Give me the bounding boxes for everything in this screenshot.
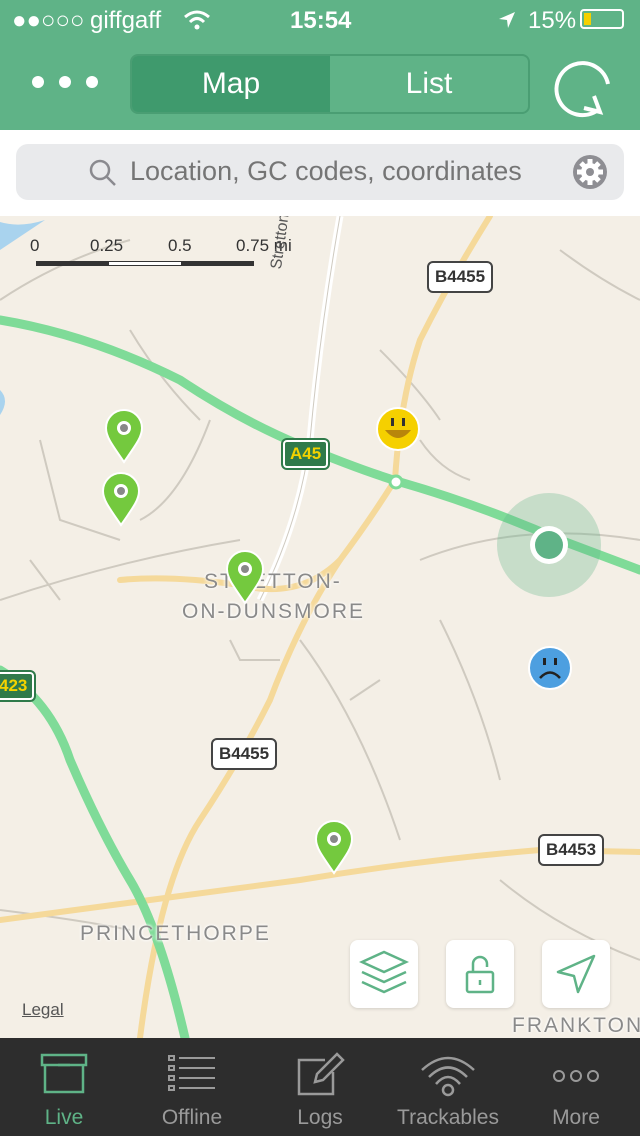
- refresh-button[interactable]: [554, 56, 616, 120]
- tab-logs-label: Logs: [297, 1106, 343, 1129]
- legal-link[interactable]: Legal: [22, 1000, 64, 1020]
- map-lock-button[interactable]: [446, 940, 514, 1008]
- trackable-signal-icon: [421, 1056, 475, 1097]
- search-box: [16, 144, 624, 200]
- tab-more[interactable]: More: [512, 1038, 640, 1136]
- tab-logs[interactable]: Logs: [256, 1038, 384, 1136]
- tab-trackables[interactable]: Trackables: [384, 1038, 512, 1136]
- tab-offline-label: Offline: [161, 1106, 223, 1129]
- scale-label-05: 0.5: [168, 236, 192, 255]
- more-menu-button[interactable]: [30, 72, 100, 92]
- tab-list[interactable]: List: [330, 56, 528, 112]
- tab-trackables-label: Trackables: [397, 1106, 499, 1129]
- clock: 15:54: [290, 7, 352, 34]
- map-roads: [0, 216, 640, 1038]
- scale-label-0: 0: [30, 236, 40, 255]
- location-arrow-icon: [499, 12, 515, 28]
- carrier-label: giffgaff: [90, 7, 162, 34]
- navigation-arrow-icon: [556, 954, 596, 994]
- road-sign-b4455-top: B4455: [427, 261, 494, 293]
- battery-percent: 15%: [528, 7, 577, 34]
- tab-map[interactable]: Map: [132, 56, 330, 112]
- map-view[interactable]: 0 0.25 0.5 0.75 mi Stretton Rd B4455 A45…: [0, 216, 640, 1038]
- search-settings-button[interactable]: [572, 154, 608, 190]
- place-label-frankton: FRANKTON: [512, 1014, 640, 1037]
- cache-pin-4[interactable]: [314, 819, 354, 875]
- ellipsis-icon: [32, 76, 98, 88]
- more-dots-icon: [553, 1070, 599, 1082]
- search-input[interactable]: [130, 156, 560, 187]
- tab-more-label: More: [552, 1106, 600, 1129]
- road-sign-a45: A45: [283, 440, 329, 468]
- tab-live[interactable]: Live: [0, 1038, 128, 1136]
- dnf-sad-face-icon[interactable]: [527, 645, 573, 691]
- place-label-princethorpe: PRINCETHORPE: [80, 922, 271, 945]
- signal-dots-icon: ●●○○○: [12, 7, 85, 34]
- road-sign-b4453: B4453: [538, 834, 605, 866]
- scale-label-025: 0.25: [90, 236, 124, 255]
- road-sign-b4455-mid: B4455: [211, 738, 278, 770]
- list-icon: [168, 1055, 215, 1091]
- cache-pin-3[interactable]: [225, 549, 265, 605]
- status-bar: ●●○○○ giffgaff 15:54 15%: [0, 0, 640, 40]
- tab-live-label: Live: [44, 1106, 84, 1129]
- search-icon: [89, 159, 116, 186]
- layers-icon: [358, 950, 410, 994]
- tab-offline[interactable]: Offline: [128, 1038, 256, 1136]
- map-list-segmented-control: Map List: [130, 54, 530, 114]
- cache-pin-2[interactable]: [101, 471, 141, 527]
- user-location-dot: [497, 493, 601, 597]
- map-layers-button[interactable]: [350, 940, 418, 1008]
- bottom-tab-bar: Live Offline Logs Trackables More: [0, 1038, 640, 1136]
- box-icon: [40, 1053, 88, 1094]
- place-label-on-dunsmore: ON-DUNSMORE: [182, 600, 365, 623]
- wifi-icon: [184, 10, 210, 30]
- found-smiley-icon[interactable]: [375, 406, 421, 452]
- edit-log-icon: [297, 1052, 345, 1096]
- cache-pin-1[interactable]: [104, 408, 144, 464]
- unlock-icon: [465, 955, 495, 994]
- battery-icon: [580, 9, 624, 29]
- refresh-icon: [554, 61, 610, 118]
- road-sign-a423: 423: [0, 672, 35, 700]
- center-location-button[interactable]: [542, 940, 610, 1008]
